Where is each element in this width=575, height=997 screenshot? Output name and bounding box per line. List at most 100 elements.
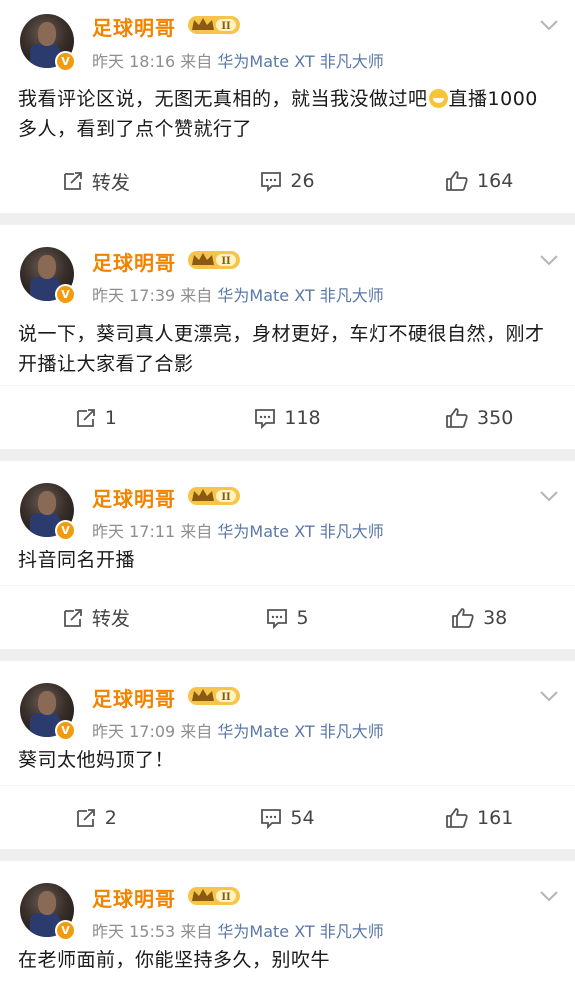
comment-count: 54: [290, 806, 315, 829]
repost-label: 转发: [91, 171, 130, 194]
badge-level: II: [221, 692, 231, 703]
comment-button[interactable]: 118: [192, 407, 384, 429]
post-card: V 足球明哥 II 昨天 17:11 来自 华为Mate XT 非凡大师 抖音同…: [0, 461, 575, 649]
grin-emoji-icon: [428, 89, 448, 108]
like-count: 164: [477, 170, 514, 192]
post-card: V 足球明哥 II 昨天 17:39 来自 华为Mate XT 非凡大师 说一下…: [0, 225, 575, 449]
repost-icon: [63, 172, 82, 190]
username[interactable]: 足球明哥: [92, 12, 176, 41]
comment-icon: [261, 808, 282, 829]
post-content: 说一下，葵司真人更漂亮，身材更好，车灯不硬很自然，刚才开播让大家看了合影: [0, 319, 575, 379]
crown-badge-icon[interactable]: II: [188, 885, 240, 907]
device-source[interactable]: 华为Mate XT 非凡大师: [217, 722, 383, 741]
repost-icon: [76, 808, 95, 827]
post-header: V 足球明哥 II 昨天 18:16 来自 华为Mate XT 非凡大师: [0, 0, 575, 78]
source-prefix: 来自: [180, 52, 213, 71]
verified-v-icon: V: [55, 51, 76, 72]
like-count: 350: [477, 406, 514, 429]
chevron-down-icon[interactable]: [539, 489, 559, 503]
post-text: 在老师面前，你能坚持多久，别吹牛: [18, 949, 331, 971]
post-content: 在老师面前，你能坚持多久，别吹牛: [0, 945, 575, 975]
chevron-down-icon[interactable]: [539, 18, 559, 32]
repost-label: 转发: [91, 608, 130, 630]
thumbs-up-icon: [446, 807, 468, 828]
chevron-down-icon[interactable]: [539, 253, 559, 267]
post-card: V 足球明哥 II 昨天 18:16 来自 华为Mate XT 非凡大师 我看评…: [0, 0, 575, 213]
device-source[interactable]: 华为Mate XT 非凡大师: [217, 286, 383, 305]
post-card: V 足球明哥 II 昨天 15:53 来自 华为Mate XT 非凡大师 在老师…: [0, 861, 575, 997]
post-content: 抖音同名开播: [0, 545, 575, 575]
post-meta: 昨天 17:39 来自 华为Mate XT 非凡大师: [92, 282, 384, 306]
post-content: 葵司太他妈顶了！: [0, 745, 575, 775]
device-source[interactable]: 华为Mate XT 非凡大师: [217, 522, 383, 541]
verified-v-icon: V: [55, 284, 76, 305]
post-header: V 足球明哥 II 昨天 17:11 来自 华为Mate XT 非凡大师: [0, 461, 575, 545]
comment-button[interactable]: 26: [192, 170, 384, 192]
thumbs-up-icon: [446, 407, 468, 428]
verified-v-icon: V: [55, 720, 76, 741]
like-count: 161: [477, 806, 514, 829]
post-header: V 足球明哥 II 昨天 17:09 来自 华为Mate XT 非凡大师: [0, 661, 575, 745]
like-button[interactable]: 350: [383, 407, 575, 429]
source-prefix: 来自: [180, 722, 213, 741]
badge-level: II: [221, 492, 231, 503]
comment-count: 118: [284, 406, 321, 429]
action-bar: 转发 26 164: [0, 149, 575, 213]
badge-level: II: [221, 21, 231, 32]
action-bar: 转发 5 38: [0, 585, 575, 649]
post-content: 我看评论区说，无图无真相的，就当我没做过吧 直播1000多人，看到了点个赞就行了: [0, 84, 575, 144]
crown-badge-icon[interactable]: II: [188, 485, 240, 507]
post-header: V 足球明哥 II 昨天 15:53 来自 华为Mate XT 非凡大师: [0, 861, 575, 945]
source-prefix: 来自: [180, 522, 213, 541]
repost-label: 1: [104, 406, 117, 429]
post-text: 葵司太他妈顶了！: [18, 749, 175, 771]
post-time: 昨天 17:09: [92, 722, 176, 741]
action-bar: 2 54 161: [0, 785, 575, 849]
repost-button[interactable]: 2: [0, 807, 192, 829]
source-prefix: 来自: [180, 286, 213, 305]
chevron-down-icon[interactable]: [539, 889, 559, 903]
weibo-feed: V 足球明哥 II 昨天 18:16 来自 华为Mate XT 非凡大师 我看评…: [0, 0, 575, 997]
repost-button[interactable]: 1: [0, 407, 192, 429]
post-meta: 昨天 15:53 来自 华为Mate XT 非凡大师: [92, 918, 384, 942]
like-count: 38: [483, 606, 508, 629]
repost-button[interactable]: 转发: [0, 604, 192, 631]
username[interactable]: 足球明哥: [92, 483, 176, 512]
verified-v-icon: V: [55, 920, 76, 941]
post-time: 昨天 17:11: [92, 522, 176, 541]
source-prefix: 来自: [180, 922, 213, 941]
like-button[interactable]: 161: [383, 807, 575, 829]
badge-level: II: [221, 256, 231, 267]
post-card: V 足球明哥 II 昨天 17:09 来自 华为Mate XT 非凡大师 葵司太…: [0, 661, 575, 849]
post-header: V 足球明哥 II 昨天 17:39 来自 华为Mate XT 非凡大师: [0, 225, 575, 311]
comment-icon: [255, 408, 276, 429]
post-meta: 昨天 17:09 来自 华为Mate XT 非凡大师: [92, 718, 384, 742]
like-button[interactable]: 38: [383, 607, 575, 629]
chevron-down-icon[interactable]: [539, 689, 559, 703]
post-time: 昨天 15:53: [92, 922, 176, 941]
thumbs-up-icon: [452, 607, 474, 628]
username[interactable]: 足球明哥: [92, 883, 176, 912]
username[interactable]: 足球明哥: [92, 247, 176, 276]
crown-badge-icon[interactable]: II: [188, 14, 240, 36]
comment-icon: [261, 172, 282, 192]
post-text: 我看评论区说，无图无真相的，就当我没做过吧: [18, 88, 428, 110]
comment-button[interactable]: 54: [192, 807, 384, 829]
post-time: 昨天 17:39: [92, 286, 176, 305]
action-bar: 1 118 350: [0, 385, 575, 449]
like-button[interactable]: 164: [383, 170, 575, 192]
verified-v-icon: V: [55, 520, 76, 541]
comment-icon: [267, 608, 288, 629]
post-text: 说一下，葵司真人更漂亮，身材更好，车灯不硬很自然，刚才开播让大家看了合影: [18, 323, 545, 375]
crown-badge-icon[interactable]: II: [188, 685, 240, 707]
username[interactable]: 足球明哥: [92, 683, 176, 712]
device-source[interactable]: 华为Mate XT 非凡大师: [217, 922, 383, 941]
crown-badge-icon[interactable]: II: [188, 249, 240, 271]
thumbs-up-icon: [446, 171, 468, 191]
post-time: 昨天 18:16: [92, 52, 176, 71]
comment-button[interactable]: 5: [192, 607, 384, 629]
repost-label: 2: [104, 806, 117, 829]
device-source[interactable]: 华为Mate XT 非凡大师: [217, 52, 383, 71]
post-meta: 昨天 17:11 来自 华为Mate XT 非凡大师: [92, 518, 384, 542]
repost-button[interactable]: 转发: [0, 168, 192, 195]
